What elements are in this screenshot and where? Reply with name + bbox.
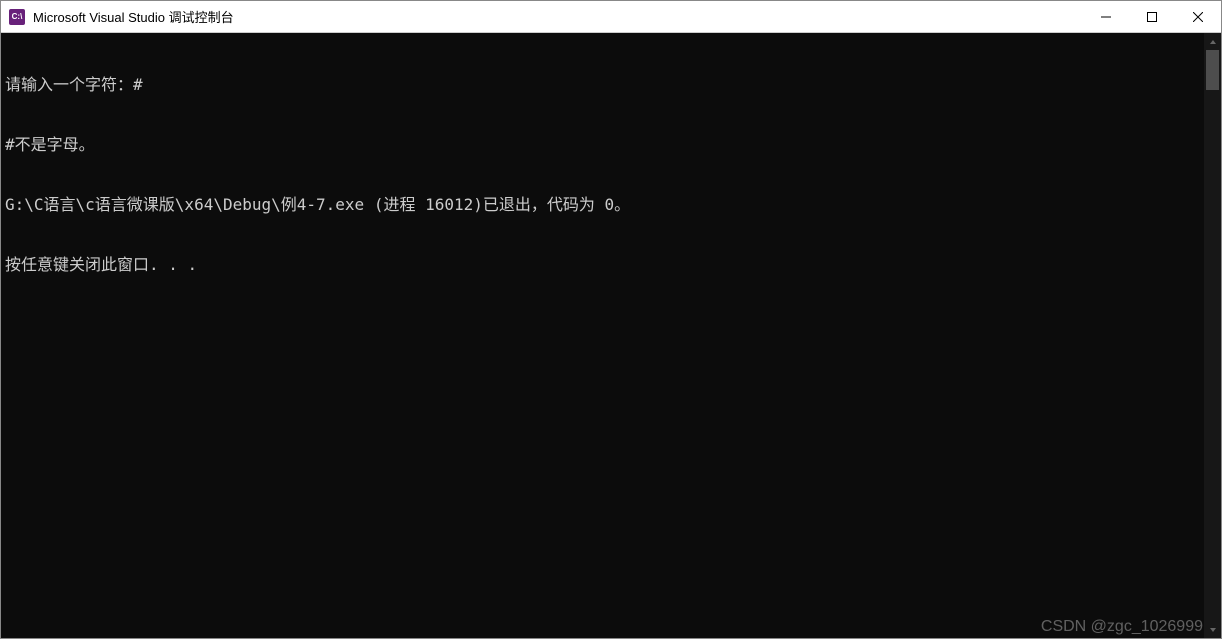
console-area: 请输入一个字符：# #不是字母。 G:\C语言\c语言微课版\x64\Debug… — [1, 33, 1221, 638]
window-title: Microsoft Visual Studio 调试控制台 — [33, 7, 1083, 26]
titlebar[interactable]: C:\ Microsoft Visual Studio 调试控制台 — [1, 1, 1221, 33]
maximize-icon — [1147, 12, 1157, 22]
scroll-thumb[interactable] — [1206, 50, 1219, 90]
scroll-track[interactable] — [1204, 90, 1221, 621]
app-icon: C:\ — [9, 9, 25, 25]
scroll-down-button[interactable] — [1204, 621, 1221, 638]
console-line: G:\C语言\c语言微课版\x64\Debug\例4-7.exe (进程 160… — [5, 195, 1200, 215]
chevron-down-icon — [1209, 626, 1217, 634]
close-icon — [1193, 12, 1203, 22]
console-output[interactable]: 请输入一个字符：# #不是字母。 G:\C语言\c语言微课版\x64\Debug… — [1, 33, 1204, 638]
close-button[interactable] — [1175, 1, 1221, 32]
window-controls — [1083, 1, 1221, 32]
console-line: 按任意键关闭此窗口. . . — [5, 255, 1200, 275]
minimize-button[interactable] — [1083, 1, 1129, 32]
minimize-icon — [1101, 12, 1111, 22]
maximize-button[interactable] — [1129, 1, 1175, 32]
chevron-up-icon — [1209, 38, 1217, 46]
console-line: #不是字母。 — [5, 135, 1200, 155]
vertical-scrollbar[interactable] — [1204, 33, 1221, 638]
scroll-up-button[interactable] — [1204, 33, 1221, 50]
console-line: 请输入一个字符：# — [5, 75, 1200, 95]
watermark-text: CSDN @zgc_1026999 — [1041, 618, 1203, 636]
app-window: C:\ Microsoft Visual Studio 调试控制台 请输入一个字… — [0, 0, 1222, 639]
